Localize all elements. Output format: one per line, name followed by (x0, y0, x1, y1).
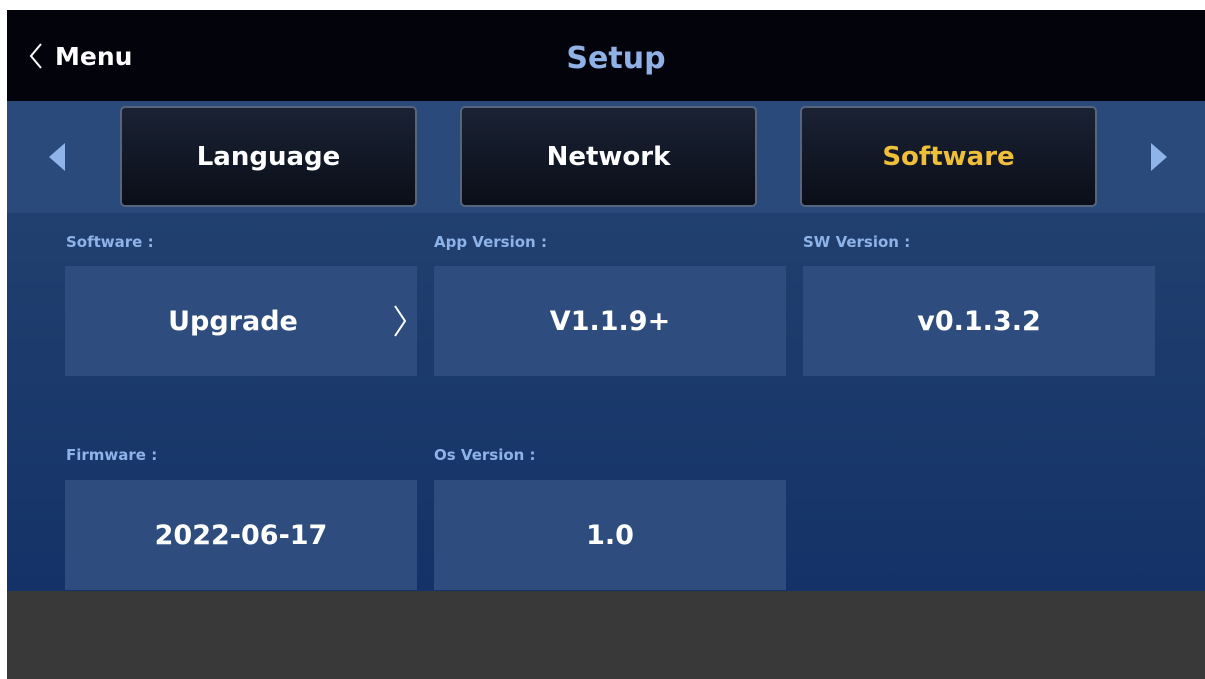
tab-network[interactable]: Network (460, 106, 757, 207)
sw-version-label: SW Version : (803, 233, 911, 251)
os-version-label: Os Version : (434, 446, 536, 464)
next-tab-button[interactable] (1144, 137, 1174, 177)
setup-screen: Menu Setup Language Network Software Sof… (7, 10, 1205, 679)
tab-language[interactable]: Language (120, 106, 417, 207)
app-version-label: App Version : (434, 233, 547, 251)
upgrade-label: Upgrade (168, 305, 298, 337)
previous-tab-button[interactable] (42, 137, 72, 177)
page-title: Setup (566, 41, 666, 76)
software-label: Software : (66, 233, 154, 251)
triangle-left-icon (49, 143, 65, 171)
chevron-right-icon (394, 305, 407, 337)
sw-version-value: v0.1.3.2 (803, 266, 1155, 376)
firmware-label: Firmware : (66, 446, 158, 464)
footer-bar (7, 591, 1205, 679)
tab-bar: Language Network Software (7, 101, 1205, 213)
triangle-right-icon (1151, 143, 1167, 171)
software-panel: Software : App Version : SW Version : Up… (7, 213, 1205, 591)
app-version-value: V1.1.9+ (434, 266, 786, 376)
header-bar: Menu Setup (7, 10, 1205, 101)
os-version-value: 1.0 (434, 480, 786, 590)
upgrade-button[interactable]: Upgrade (65, 266, 417, 376)
tab-software[interactable]: Software (800, 106, 1097, 207)
firmware-value: 2022-06-17 (65, 480, 417, 590)
